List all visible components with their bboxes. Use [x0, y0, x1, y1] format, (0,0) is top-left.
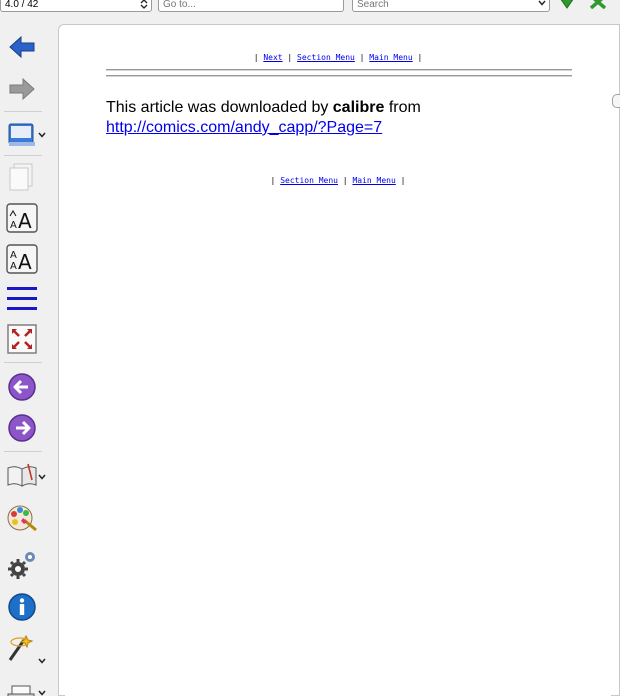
svg-text:A: A: [10, 261, 17, 272]
chevron-down-icon[interactable]: [538, 0, 546, 7]
font-size-smaller-icon: A A A: [6, 244, 38, 274]
toc-button[interactable]: [4, 281, 40, 317]
forward-button[interactable]: [4, 71, 40, 107]
toolbar-separator: [4, 451, 42, 452]
position-value: 4.0 / 42: [5, 0, 39, 10]
search-input[interactable]: Search: [352, 0, 550, 12]
forward-icon: [9, 77, 35, 101]
side-handle[interactable]: [612, 94, 620, 108]
fullscreen-icon: [7, 324, 37, 354]
horizontal-rule: [106, 69, 572, 71]
font-size-larger-icon: A A: [6, 203, 38, 233]
lookup-button[interactable]: [4, 630, 40, 666]
article-prefix: This article was downloaded by: [106, 99, 333, 116]
book-page: | Next | Section Menu | Main Menu | This…: [65, 33, 611, 696]
fullscreen-button[interactable]: [4, 321, 40, 357]
next-page-button[interactable]: [4, 410, 40, 446]
top-toolbar: 4.0 / 42 Go to... Search: [0, 0, 620, 14]
spin-arrows-icon[interactable]: [140, 0, 148, 10]
reference-mode-icon: [7, 463, 37, 487]
close-find-icon[interactable]: [588, 0, 608, 9]
book-viewport[interactable]: | Next | Section Menu | Main Menu | This…: [58, 24, 620, 696]
chevron-down-icon[interactable]: [38, 474, 46, 480]
print-icon: [7, 685, 35, 696]
calibre-brand: calibre: [332, 99, 385, 116]
section-menu-link[interactable]: Section Menu: [280, 176, 338, 185]
previous-page-button[interactable]: [4, 369, 40, 405]
next-link[interactable]: Next: [263, 53, 282, 62]
chevron-down-icon[interactable]: [38, 690, 46, 696]
goto-input[interactable]: Go to...: [158, 0, 344, 12]
reference-mode-button[interactable]: [4, 458, 40, 494]
back-button[interactable]: [4, 29, 40, 65]
horizontal-rule: [106, 75, 572, 77]
metadata-button[interactable]: [4, 589, 40, 625]
preferences-icon: [8, 552, 35, 579]
search-placeholder: Search: [357, 0, 389, 10]
preferences-button[interactable]: [4, 547, 40, 583]
back-icon: [9, 35, 35, 59]
svg-text:A: A: [18, 209, 32, 233]
metadata-icon: [8, 593, 36, 621]
copy-button[interactable]: [4, 158, 40, 194]
toc-icon: [7, 287, 37, 310]
next-page-icon: [8, 414, 36, 442]
previous-page-icon: [8, 373, 36, 401]
left-toolbar: A A A A A: [0, 14, 50, 696]
goto-placeholder: Go to...: [163, 0, 196, 10]
bottom-navigation: | Section Menu | Main Menu |: [270, 176, 406, 185]
lookup-icon: [8, 634, 34, 661]
chevron-down-icon[interactable]: [38, 132, 46, 138]
toolbar-separator: [4, 111, 42, 112]
print-button[interactable]: [4, 676, 40, 696]
main-menu-link[interactable]: Main Menu: [369, 53, 412, 62]
section-menu-link[interactable]: Section Menu: [297, 53, 355, 62]
chevron-down-icon[interactable]: [38, 658, 46, 664]
main-menu-link[interactable]: Main Menu: [352, 176, 395, 185]
svg-text:A: A: [10, 220, 17, 231]
svg-text:A: A: [18, 250, 32, 274]
article-suffix: from: [384, 99, 421, 116]
top-navigation: | Next | Section Menu | Main Menu |: [253, 53, 423, 62]
bookmarks-icon: [8, 123, 35, 146]
theme-icon: [7, 505, 37, 532]
font-larger-button[interactable]: A A: [4, 200, 40, 236]
position-spinbox[interactable]: 4.0 / 42: [0, 0, 152, 12]
bookmarks-button[interactable]: [4, 116, 40, 152]
find-next-icon[interactable]: [558, 0, 576, 10]
copy-icon: [9, 163, 33, 191]
svg-text:A: A: [10, 250, 17, 261]
theme-button[interactable]: [4, 500, 40, 536]
article-source-link[interactable]: http://comics.com/andy_capp/?Page=7: [106, 119, 382, 136]
toolbar-separator: [4, 362, 42, 363]
font-smaller-button[interactable]: A A A: [4, 241, 40, 277]
article-note: This article was downloaded by calibre f…: [106, 98, 576, 138]
toolbar-separator: [4, 155, 42, 156]
